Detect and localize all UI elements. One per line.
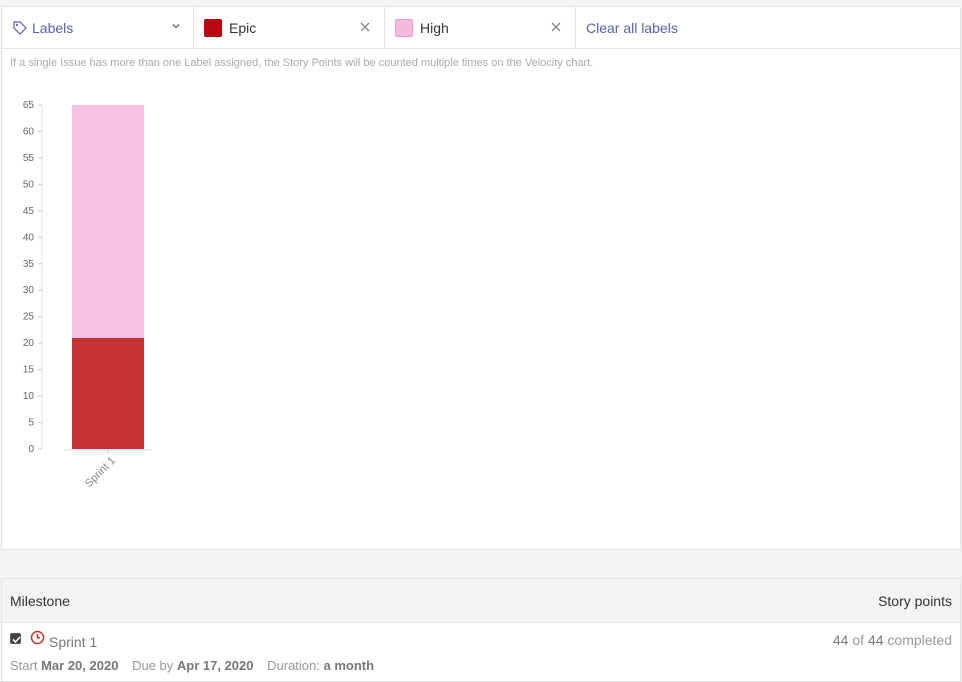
y-tick-label: 60 — [23, 126, 35, 137]
check-icon — [12, 636, 21, 644]
duration-label: Duration: — [267, 658, 320, 673]
start-date: Start Mar 20, 2020 — [10, 658, 118, 673]
chip-label: Epic — [229, 19, 257, 36]
duration-value: a month — [323, 658, 375, 673]
chevron-down-icon — [172, 24, 180, 29]
due-value: Apr 17, 2020 — [176, 658, 254, 673]
y-tick-label: 0 — [28, 444, 34, 455]
table-header: Milestone Story points — [2, 579, 960, 623]
multi-label-note: If a single Issue has more than one Labe… — [10, 57, 594, 69]
labels-dropdown-label: Labels — [32, 19, 74, 36]
velocity-panel: Labels Epic High Clear all labels If a s… — [1, 6, 961, 550]
story-points-column-header: Story points — [878, 592, 952, 609]
labels-dropdown[interactable]: Labels — [2, 7, 194, 48]
epic-color-swatch — [204, 18, 222, 37]
due-label: Due by — [132, 658, 174, 673]
y-tick-label: 25 — [23, 312, 35, 323]
milestone-name-link[interactable]: Sprint 1 — [49, 634, 97, 650]
y-tick-label: 35 — [23, 259, 35, 270]
start-label: Start — [10, 658, 38, 673]
label-filter-bar: Labels Epic High Clear all labels — [2, 7, 960, 49]
due-date: Due by Apr 17, 2020 — [132, 658, 253, 673]
clear-all-labels-link[interactable]: Clear all labels — [576, 7, 678, 48]
x-tick-label: Sprint 1 — [83, 455, 118, 490]
y-tick-label: 30 — [23, 285, 35, 296]
y-tick-label: 10 — [23, 391, 35, 402]
milestone-column-header: Milestone — [10, 592, 70, 609]
milestone-clock-icon — [30, 630, 45, 645]
table-row: Sprint 1 44 of 44 completed Start Mar 20… — [2, 623, 960, 682]
points-total: 44 — [867, 632, 884, 648]
milestone-dates: Start Mar 20, 2020 Due by Apr 17, 2020 D… — [10, 658, 374, 673]
milestone-checkbox[interactable] — [10, 633, 21, 644]
close-icon[interactable] — [549, 20, 563, 34]
bar-segment-high — [72, 105, 144, 338]
points-done: 44 — [832, 632, 849, 648]
points-of: of — [852, 632, 865, 648]
tag-icon — [13, 20, 27, 35]
duration: Duration: a month — [267, 658, 374, 673]
label-chip-high: High — [385, 7, 576, 48]
y-tick-label: 20 — [23, 338, 35, 349]
y-tick-label: 45 — [23, 206, 35, 217]
milestone-table: Milestone Story points Sprint 1 44 of 44… — [1, 578, 961, 682]
chip-label: High — [420, 19, 449, 36]
bar-segment-epic — [72, 337, 144, 449]
start-value: Mar 20, 2020 — [41, 658, 119, 673]
points-suffix: completed — [887, 632, 952, 648]
story-points-progress: 44 of 44 completed — [833, 632, 952, 648]
y-tick-label: 55 — [23, 153, 35, 164]
high-color-swatch — [395, 18, 413, 37]
velocity-chart: 0 5 10 15 20 25 30 35 40 45 50 55 60 65 Sprint 1 — [23, 100, 152, 490]
close-icon[interactable] — [358, 20, 372, 34]
y-tick-label: 40 — [23, 232, 35, 243]
y-tick-label: 5 — [28, 418, 34, 429]
y-tick-label: 65 — [23, 100, 35, 111]
label-chip-epic: Epic — [194, 7, 385, 48]
y-tick-label: 15 — [23, 365, 35, 376]
y-tick-label: 50 — [23, 179, 35, 190]
